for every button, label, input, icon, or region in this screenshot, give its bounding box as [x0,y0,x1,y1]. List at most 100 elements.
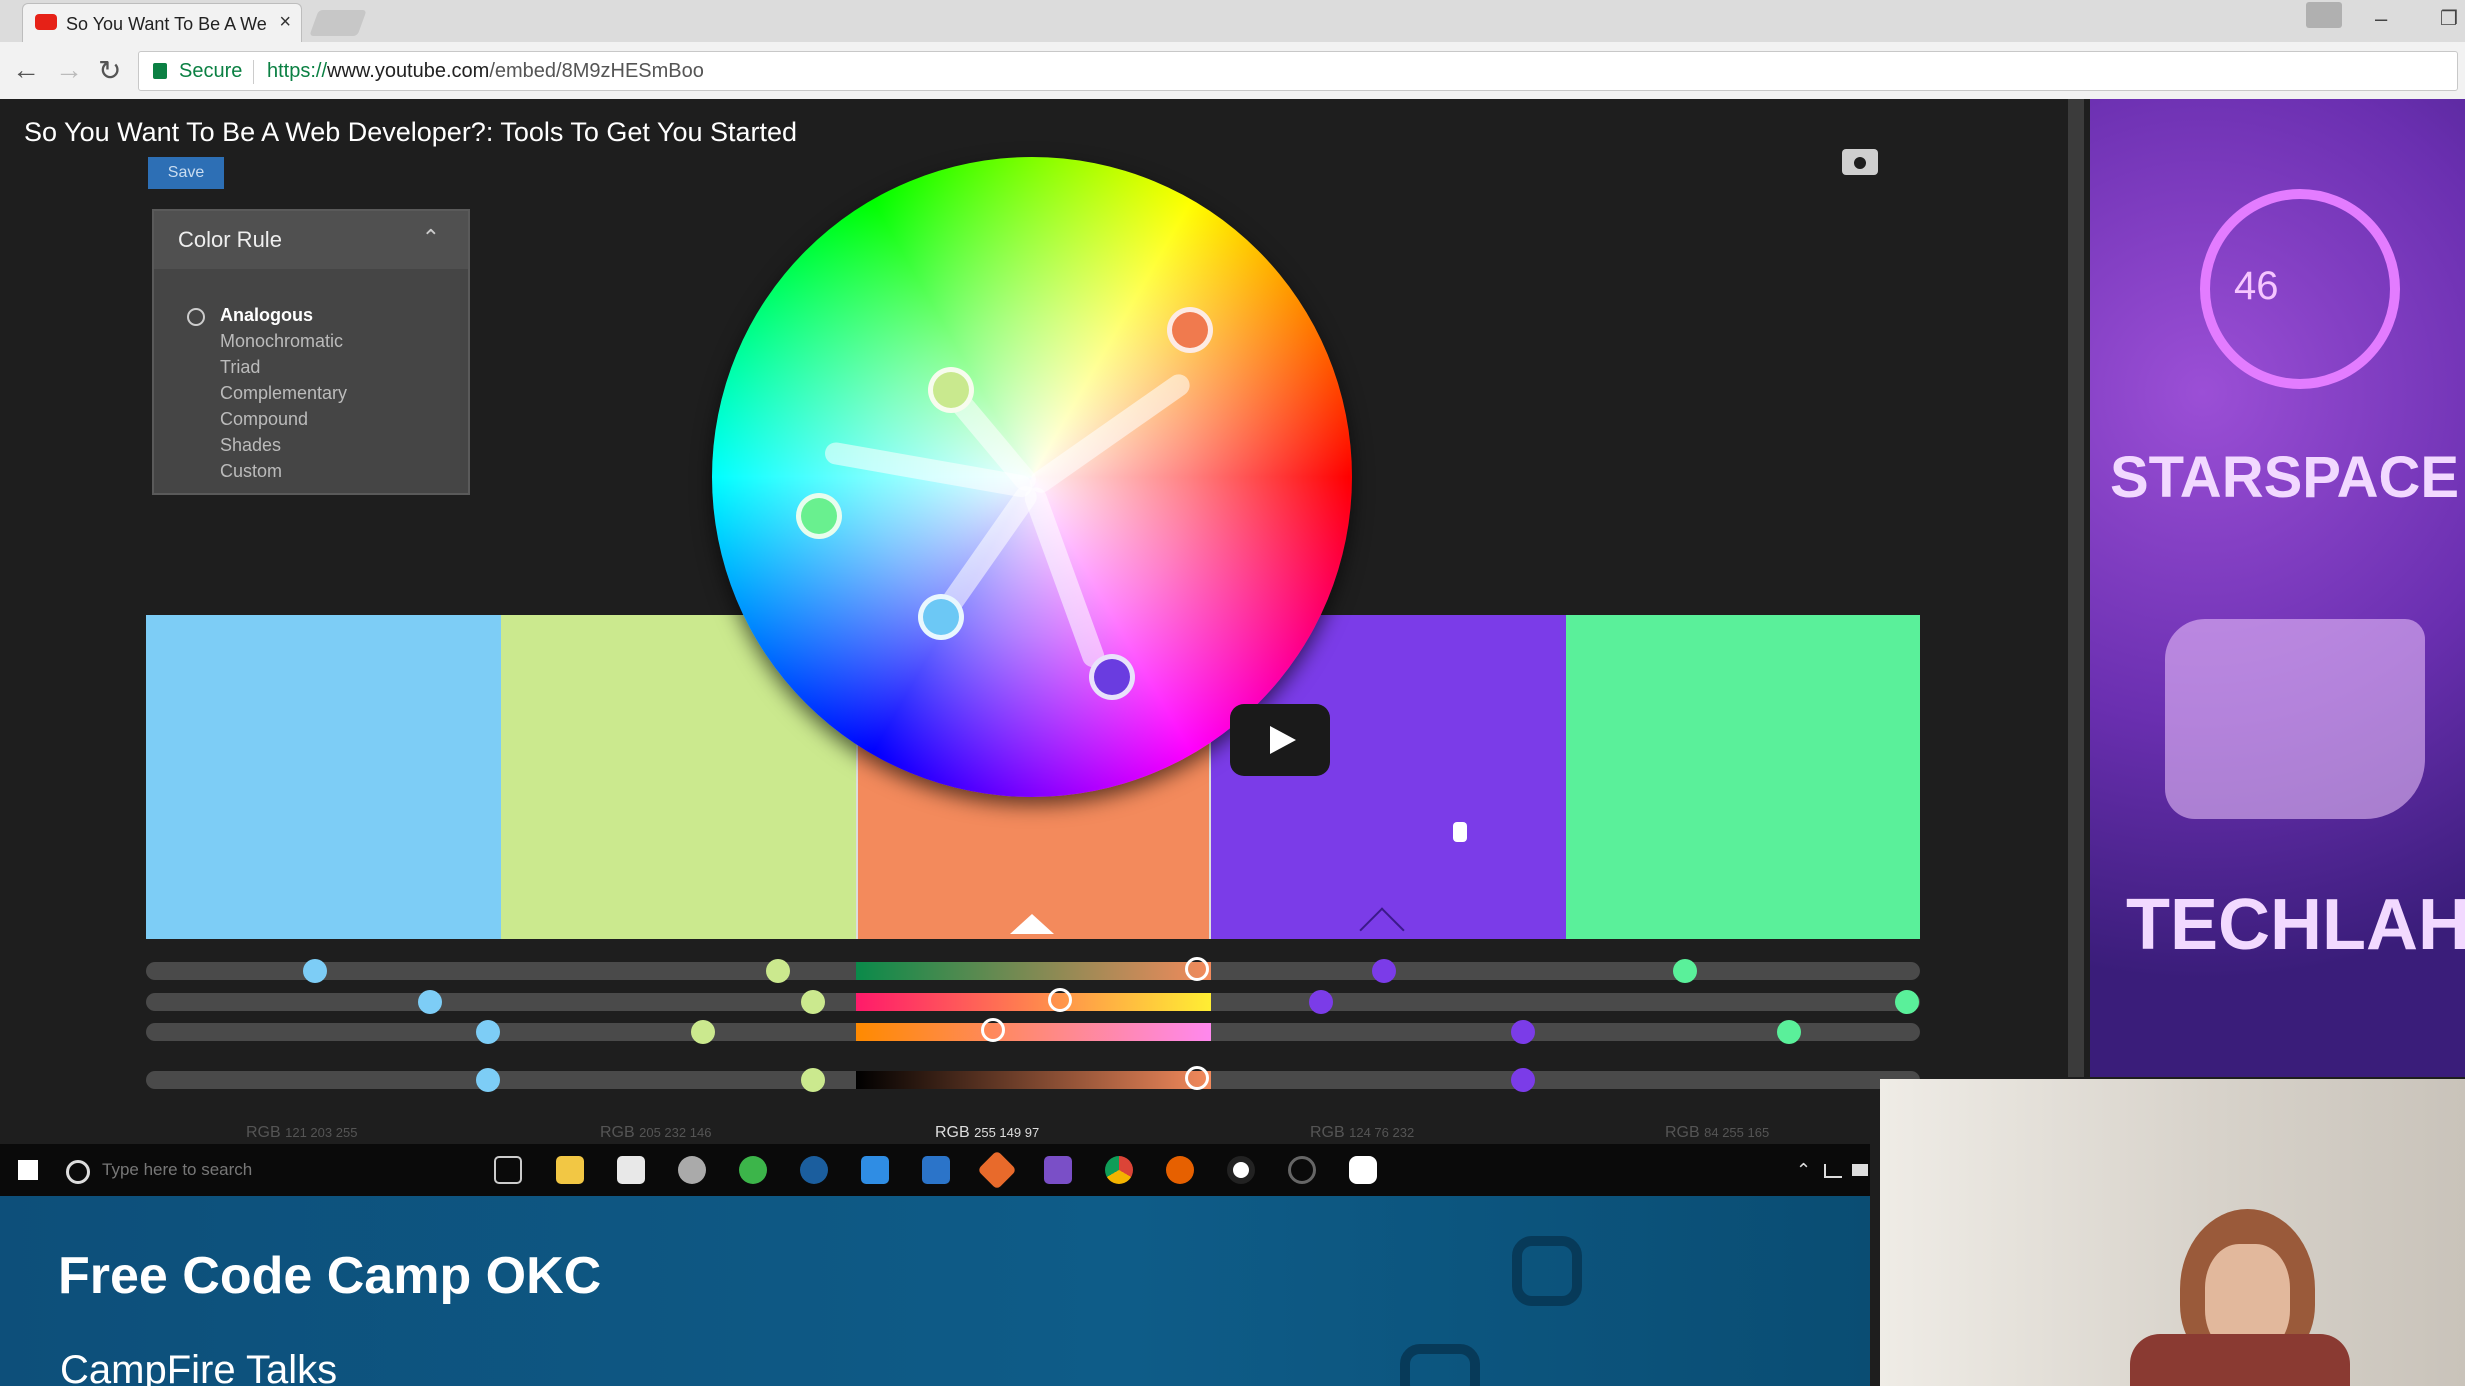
wheel-handle[interactable] [918,594,964,640]
video-divider [2068,99,2084,1077]
discord-icon[interactable] [1349,1156,1377,1184]
rgb-values: 255 149 97 [974,1125,1040,1140]
mail-icon[interactable] [617,1156,645,1184]
windows-taskbar: Type here to search ⌃ [0,1144,1870,1196]
git-icon[interactable] [977,1150,1017,1190]
rule-compound[interactable]: Compound [220,409,308,430]
slider-dot[interactable] [1372,959,1396,983]
rule-triad[interactable]: Triad [220,357,260,378]
slider-track-active[interactable] [856,1023,1211,1041]
chrome-icon[interactable] [1105,1156,1133,1184]
url-path: /embed/8M9zHESmBoo [489,60,704,82]
slider-dot[interactable] [1511,1020,1535,1044]
task-view-icon[interactable] [494,1156,522,1184]
banner-title: Free Code Camp OKC [58,1247,602,1305]
slider-dot[interactable] [476,1020,500,1044]
rule-complementary[interactable]: Complementary [220,383,347,404]
slider-track-active[interactable] [856,962,1211,980]
file-explorer-icon[interactable] [556,1156,584,1184]
steam-icon[interactable] [800,1156,828,1184]
rule-monochromatic[interactable]: Monochromatic [220,331,343,352]
forward-icon[interactable]: → [55,54,83,86]
minimize-icon[interactable]: – [2375,6,2387,32]
youtube-favicon-icon [35,14,57,30]
video-title[interactable]: So You Want To Be A Web Developer?: Tool… [24,117,797,148]
url-host: www.youtube.com [327,60,490,82]
camera-icon[interactable] [1842,149,1878,175]
speaker-shirt [2130,1334,2350,1386]
rgb-label-text: RGB [935,1124,970,1141]
rgb-values: 121 203 255 [285,1125,358,1140]
event-banner: Free Code Camp OKC CampFire Talks [0,1196,1870,1386]
cursor-icon [1453,822,1467,842]
collapse-icon[interactable]: ⌃ [422,225,440,251]
techlahoma-logo-text: TECHLAHOM [2126,885,2465,965]
swatch-1[interactable] [146,615,501,939]
rgb-label-4: RGB 124 76 232 [1310,1124,1414,1142]
slider-dot[interactable] [1673,959,1697,983]
lock-icon [153,63,167,79]
back-icon[interactable]: ← [12,54,40,86]
app-circle-icon[interactable] [1288,1156,1316,1184]
slider-dot[interactable] [801,990,825,1014]
windows-start-icon[interactable] [18,1160,38,1180]
wheel-handle[interactable] [1167,307,1213,353]
slider-dot[interactable] [801,1068,825,1092]
wheel-handle[interactable] [796,493,842,539]
new-tab-button[interactable] [309,10,367,36]
network-icon[interactable] [1824,1164,1842,1178]
tray-chevron-icon[interactable]: ⌃ [1796,1160,1811,1181]
rule-analogous[interactable]: Analogous [220,305,313,326]
slider-dot[interactable] [766,959,790,983]
settings-icon[interactable] [678,1156,706,1184]
app-icon[interactable] [922,1156,950,1184]
slider-dot[interactable] [476,1068,500,1092]
badge-number: 46 [2234,264,2279,308]
radio-icon[interactable] [187,308,205,326]
firefox-icon[interactable] [1166,1156,1194,1184]
slider-dot[interactable] [1309,990,1333,1014]
wheel-handle[interactable] [928,367,974,413]
swatch-marker-icon [1010,914,1054,934]
profile-icon[interactable] [2306,2,2342,28]
obs-icon[interactable] [1227,1156,1255,1184]
save-button[interactable]: Save [148,157,224,189]
rgb-values: 124 76 232 [1349,1125,1415,1140]
rgb-label-2: RGB 205 232 146 [600,1124,711,1142]
color-wheel[interactable] [712,157,1352,797]
slider-dot[interactable] [1185,1066,1209,1090]
slider-dot[interactable] [418,990,442,1014]
slider-dot[interactable] [981,1018,1005,1042]
address-bar[interactable]: Secure https://www.youtube.com/embed/8M9… [138,51,2458,91]
slider-dot[interactable] [1185,957,1209,981]
browser-tab[interactable]: So You Want To Be A We × [22,3,302,43]
visual-studio-icon[interactable] [1044,1156,1072,1184]
reload-icon[interactable]: ↻ [98,54,121,87]
slider-track-active[interactable] [856,1071,1211,1089]
slider-dot[interactable] [1777,1020,1801,1044]
swatch-5[interactable] [1566,615,1920,939]
rule-shades[interactable]: Shades [220,435,281,456]
slider-dot[interactable] [1048,988,1072,1012]
rgb-label-5: RGB 84 255 165 [1665,1124,1769,1142]
color-rule-header[interactable]: Color Rule ⌃ [154,211,468,269]
taskbar-search-input[interactable]: Type here to search [58,1152,468,1188]
slider-dot[interactable] [303,959,327,983]
rgb-label-text: RGB [246,1124,281,1141]
slider-dot[interactable] [691,1020,715,1044]
rule-custom[interactable]: Custom [220,461,282,482]
circuit-decoration-icon [1512,1236,1582,1306]
video-player[interactable]: So You Want To Be A Web Developer?: Tool… [0,99,2465,1386]
slider-dot[interactable] [1895,990,1919,1014]
rgb-values: 205 232 146 [639,1125,712,1140]
url-text[interactable]: https://www.youtube.com/embed/8M9zHESmBo… [267,60,704,83]
slider-track-active[interactable] [856,993,1211,1011]
battery-icon[interactable] [1852,1164,1868,1176]
photos-icon[interactable] [861,1156,889,1184]
restore-icon[interactable]: ❐ [2440,6,2458,31]
play-button[interactable] [1230,704,1330,776]
xbox-icon[interactable] [739,1156,767,1184]
tab-close-icon[interactable]: × [279,11,291,34]
slider-dot[interactable] [1511,1068,1535,1092]
wheel-handle[interactable] [1089,654,1135,700]
